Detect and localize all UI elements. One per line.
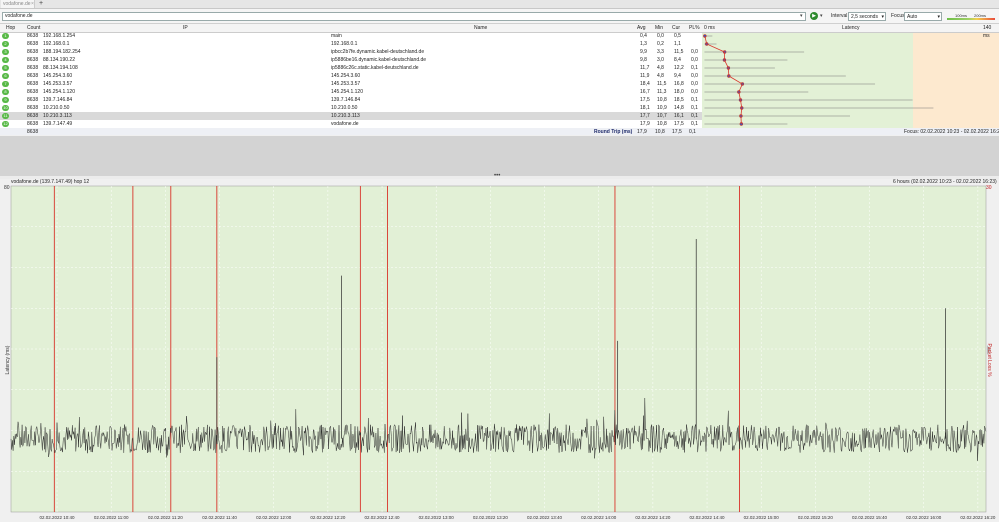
x-tick-label: 02.02.2022 12:00 — [256, 515, 292, 520]
x-tick-label: 02.02.2022 13:00 — [419, 515, 455, 520]
x-tick-label: 02.02.2022 14:20 — [635, 515, 671, 520]
y-max-left: 80 — [4, 185, 10, 191]
x-tick-label: 02.02.2022 16:20 — [960, 515, 996, 520]
x-tick-label: 02.02.2022 15:00 — [744, 515, 780, 520]
latency-graph[interactable]: 02.02.2022 10:40 02.02.2022 11:00 02.02.20… — [0, 0, 999, 522]
x-tick-label: 02.02.2022 14:00 — [581, 515, 617, 520]
y-axis-label: Latency (ms) — [5, 345, 11, 374]
x-tick-label: 02.02.2022 12:20 — [310, 515, 346, 520]
x-tick-label: 02.02.2022 10:40 — [40, 515, 76, 520]
x-tick-label: 02.02.2022 13:40 — [527, 515, 563, 520]
x-tick-label: 02.02.2022 11:40 — [202, 515, 237, 520]
x-tick-label: 02.02.2022 11:00 — [94, 515, 129, 520]
x-tick-label: 02.02.2022 12:40 — [365, 515, 401, 520]
x-tick-label: 02.02.2022 14:40 — [690, 515, 726, 520]
x-tick-label: 02.02.2022 16:00 — [906, 515, 942, 520]
y-max-right: 30 — [986, 185, 992, 191]
y-axis-right-label: Packet Loss % — [986, 343, 992, 377]
x-tick-label: 02.02.2022 15:40 — [852, 515, 888, 520]
x-tick-label: 02.02.2022 15:20 — [798, 515, 834, 520]
x-tick-label: 02.02.2022 11:20 — [148, 515, 183, 520]
x-tick-label: 02.02.2022 13:20 — [473, 515, 509, 520]
